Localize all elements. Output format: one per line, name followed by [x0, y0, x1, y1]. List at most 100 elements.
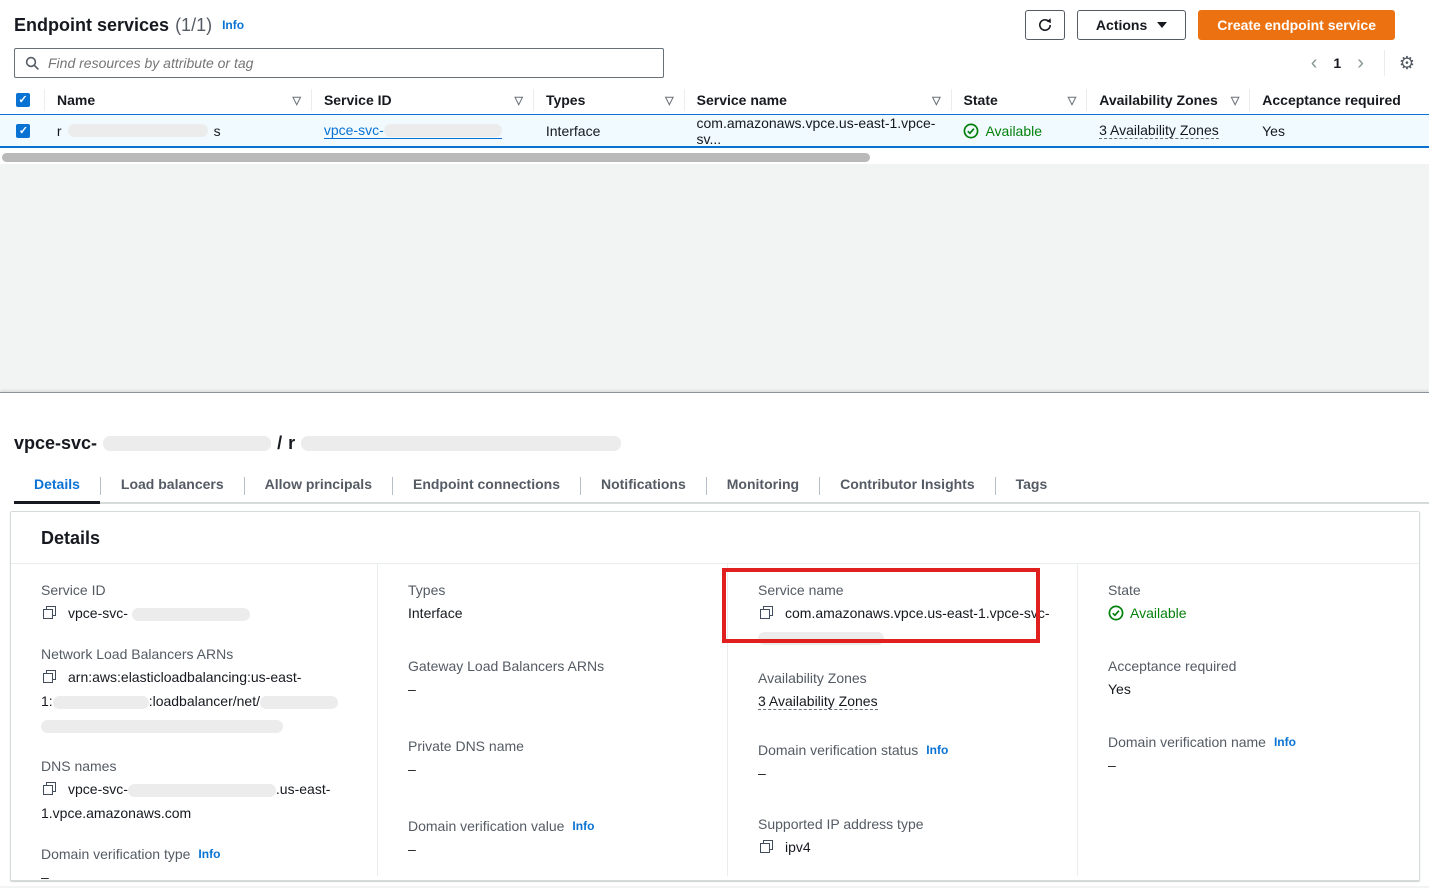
- tab-allow-principals[interactable]: Allow principals: [245, 470, 392, 502]
- details-column-3: Service name com.amazonaws.vpce.us-east-…: [727, 564, 1077, 876]
- redacted-service-id: [384, 124, 502, 137]
- redacted-account-id: [53, 696, 149, 709]
- chevron-down-icon: [1157, 22, 1167, 28]
- tab-notifications[interactable]: Notifications: [581, 470, 706, 502]
- field-types: Types Interface: [408, 580, 707, 624]
- column-header-service-name[interactable]: Service name▽: [685, 89, 952, 111]
- create-endpoint-service-button[interactable]: Create endpoint service: [1198, 10, 1395, 40]
- details-card-heading: Details: [11, 512, 1419, 564]
- tab-details[interactable]: Details: [14, 470, 100, 502]
- cell-service-name: com.amazonaws.vpce.us-east-1.vpce-sv...: [685, 115, 952, 147]
- tab-load-balancers[interactable]: Load balancers: [101, 470, 244, 502]
- sort-icon[interactable]: ▽: [1231, 94, 1239, 107]
- copy-icon[interactable]: [760, 840, 773, 853]
- sort-icon[interactable]: ▽: [514, 94, 522, 107]
- column-header-service-id[interactable]: Service ID▽: [312, 89, 534, 111]
- redacted-name: [68, 124, 208, 137]
- detail-tabs: Details Load balancers Allow principals …: [14, 470, 1429, 504]
- field-domain-verification-type: Domain verification type Info –: [41, 844, 357, 888]
- info-link[interactable]: Info: [572, 816, 594, 836]
- field-state: State Available: [1108, 580, 1399, 624]
- redacted-title-name: [301, 436, 621, 451]
- redacted-title-id: [103, 436, 271, 451]
- column-header-name[interactable]: Name▽: [45, 89, 312, 111]
- refresh-icon: [1037, 17, 1053, 33]
- details-column-4: State Available Acceptance required: [1077, 564, 1419, 876]
- sort-icon[interactable]: ▽: [292, 94, 300, 107]
- column-header-availability-zones[interactable]: Availability Zones▽: [1087, 89, 1250, 111]
- details-card: Details Service ID vpce-svc- Network Loa…: [10, 511, 1420, 881]
- field-supported-ip-type: Supported IP address type ipv4: [758, 814, 1057, 858]
- endpoint-services-section: Endpoint services (1/1) Info Actions Cre…: [0, 0, 1429, 164]
- sort-icon[interactable]: ▽: [1068, 94, 1076, 107]
- redacted-lb-name: [260, 696, 338, 709]
- copy-icon[interactable]: [43, 670, 56, 683]
- cell-acceptance: Yes: [1250, 123, 1429, 139]
- actions-button-label: Actions: [1096, 17, 1147, 33]
- actions-button[interactable]: Actions: [1077, 10, 1186, 40]
- tab-contributor-insights[interactable]: Contributor Insights: [820, 470, 995, 502]
- copy-icon[interactable]: [760, 606, 773, 619]
- sort-icon[interactable]: ▽: [932, 94, 940, 107]
- resource-count: (1/1): [175, 15, 212, 36]
- details-column-1: Service ID vpce-svc- Network Load Balanc…: [11, 564, 377, 876]
- horizontal-scrollbar[interactable]: [2, 153, 870, 162]
- copy-icon[interactable]: [43, 782, 56, 795]
- cell-name: r s: [45, 123, 312, 139]
- state-badge: Available: [1130, 602, 1187, 624]
- table-toolbar: ‹ 1 › ⚙: [0, 44, 1429, 78]
- cell-service-id: vpce-svc-: [312, 122, 534, 139]
- service-id-link[interactable]: vpce-svc-: [324, 122, 502, 139]
- tab-monitoring[interactable]: Monitoring: [707, 470, 819, 502]
- field-dns-names: DNS names vpce-svc-.us-east- 1.vpce.amaz…: [41, 756, 357, 824]
- tab-tags[interactable]: Tags: [996, 470, 1068, 502]
- select-all-checkbox[interactable]: ✓: [16, 93, 30, 107]
- redacted-service-name-tail: [758, 632, 884, 645]
- page-header: Endpoint services (1/1) Info Actions Cre…: [0, 0, 1429, 44]
- field-private-dns-name: Private DNS name –: [408, 736, 707, 780]
- field-availability-zones: Availability Zones 3 Availability Zones: [758, 668, 1057, 712]
- title-info-link[interactable]: Info: [222, 18, 244, 32]
- row-checkbox[interactable]: ✓: [16, 124, 30, 138]
- copy-icon[interactable]: [43, 606, 56, 619]
- split-panel-title: vpce-svc- / r: [0, 393, 1429, 454]
- refresh-button[interactable]: [1025, 10, 1065, 40]
- page-title: Endpoint services: [14, 15, 169, 36]
- table-row[interactable]: ✓ r s vpce-svc- Interface com.amazonaws.…: [0, 114, 1429, 148]
- column-header-acceptance[interactable]: Acceptance required: [1250, 89, 1429, 111]
- field-acceptance-required: Acceptance required Yes: [1108, 656, 1399, 700]
- column-header-types[interactable]: Types▽: [534, 89, 685, 111]
- cell-types: Interface: [534, 123, 685, 139]
- field-nlb-arns: Network Load Balancers ARNs arn:aws:elas…: [41, 644, 357, 736]
- redacted-arn-tail: [41, 720, 283, 733]
- search-input[interactable]: [48, 55, 653, 71]
- gear-icon[interactable]: ⚙: [1399, 53, 1415, 74]
- field-domain-verification-status: Domain verification status Info –: [758, 740, 1057, 784]
- info-link[interactable]: Info: [1274, 732, 1296, 752]
- sort-icon[interactable]: ▽: [665, 94, 673, 107]
- field-service-name: Service name com.amazonaws.vpce.us-east-…: [758, 580, 1057, 648]
- field-glb-arns: Gateway Load Balancers ARNs –: [408, 656, 707, 700]
- field-domain-verification-value: Domain verification value Info –: [408, 816, 707, 860]
- column-header-state[interactable]: State▽: [952, 89, 1088, 111]
- toolbar-divider: [1384, 50, 1385, 76]
- tab-endpoint-connections[interactable]: Endpoint connections: [393, 470, 580, 502]
- create-button-label: Create endpoint service: [1217, 17, 1376, 33]
- state-badge: Available: [985, 123, 1042, 139]
- cell-availability-zones: 3 Availability Zones: [1087, 122, 1250, 139]
- endpoint-services-table: ✓ Name▽ Service ID▽ Types▽ Service name▽…: [0, 86, 1429, 162]
- info-link[interactable]: Info: [926, 740, 948, 760]
- search-icon: [25, 56, 40, 71]
- current-page-number[interactable]: 1: [1329, 55, 1345, 71]
- availability-zones-link[interactable]: 3 Availability Zones: [758, 693, 878, 710]
- availability-zones-link[interactable]: 3 Availability Zones: [1099, 122, 1219, 139]
- field-service-id: Service ID vpce-svc-: [41, 580, 357, 624]
- redacted-dns: [128, 784, 276, 797]
- next-page-button[interactable]: ›: [1351, 53, 1370, 73]
- cell-state: Available: [951, 123, 1087, 139]
- field-domain-verification-name: Domain verification name Info –: [1108, 732, 1399, 776]
- table-header-row: ✓ Name▽ Service ID▽ Types▽ Service name▽…: [0, 86, 1429, 114]
- previous-page-button[interactable]: ‹: [1305, 53, 1324, 73]
- available-check-icon: [1108, 605, 1124, 621]
- info-link[interactable]: Info: [198, 844, 220, 864]
